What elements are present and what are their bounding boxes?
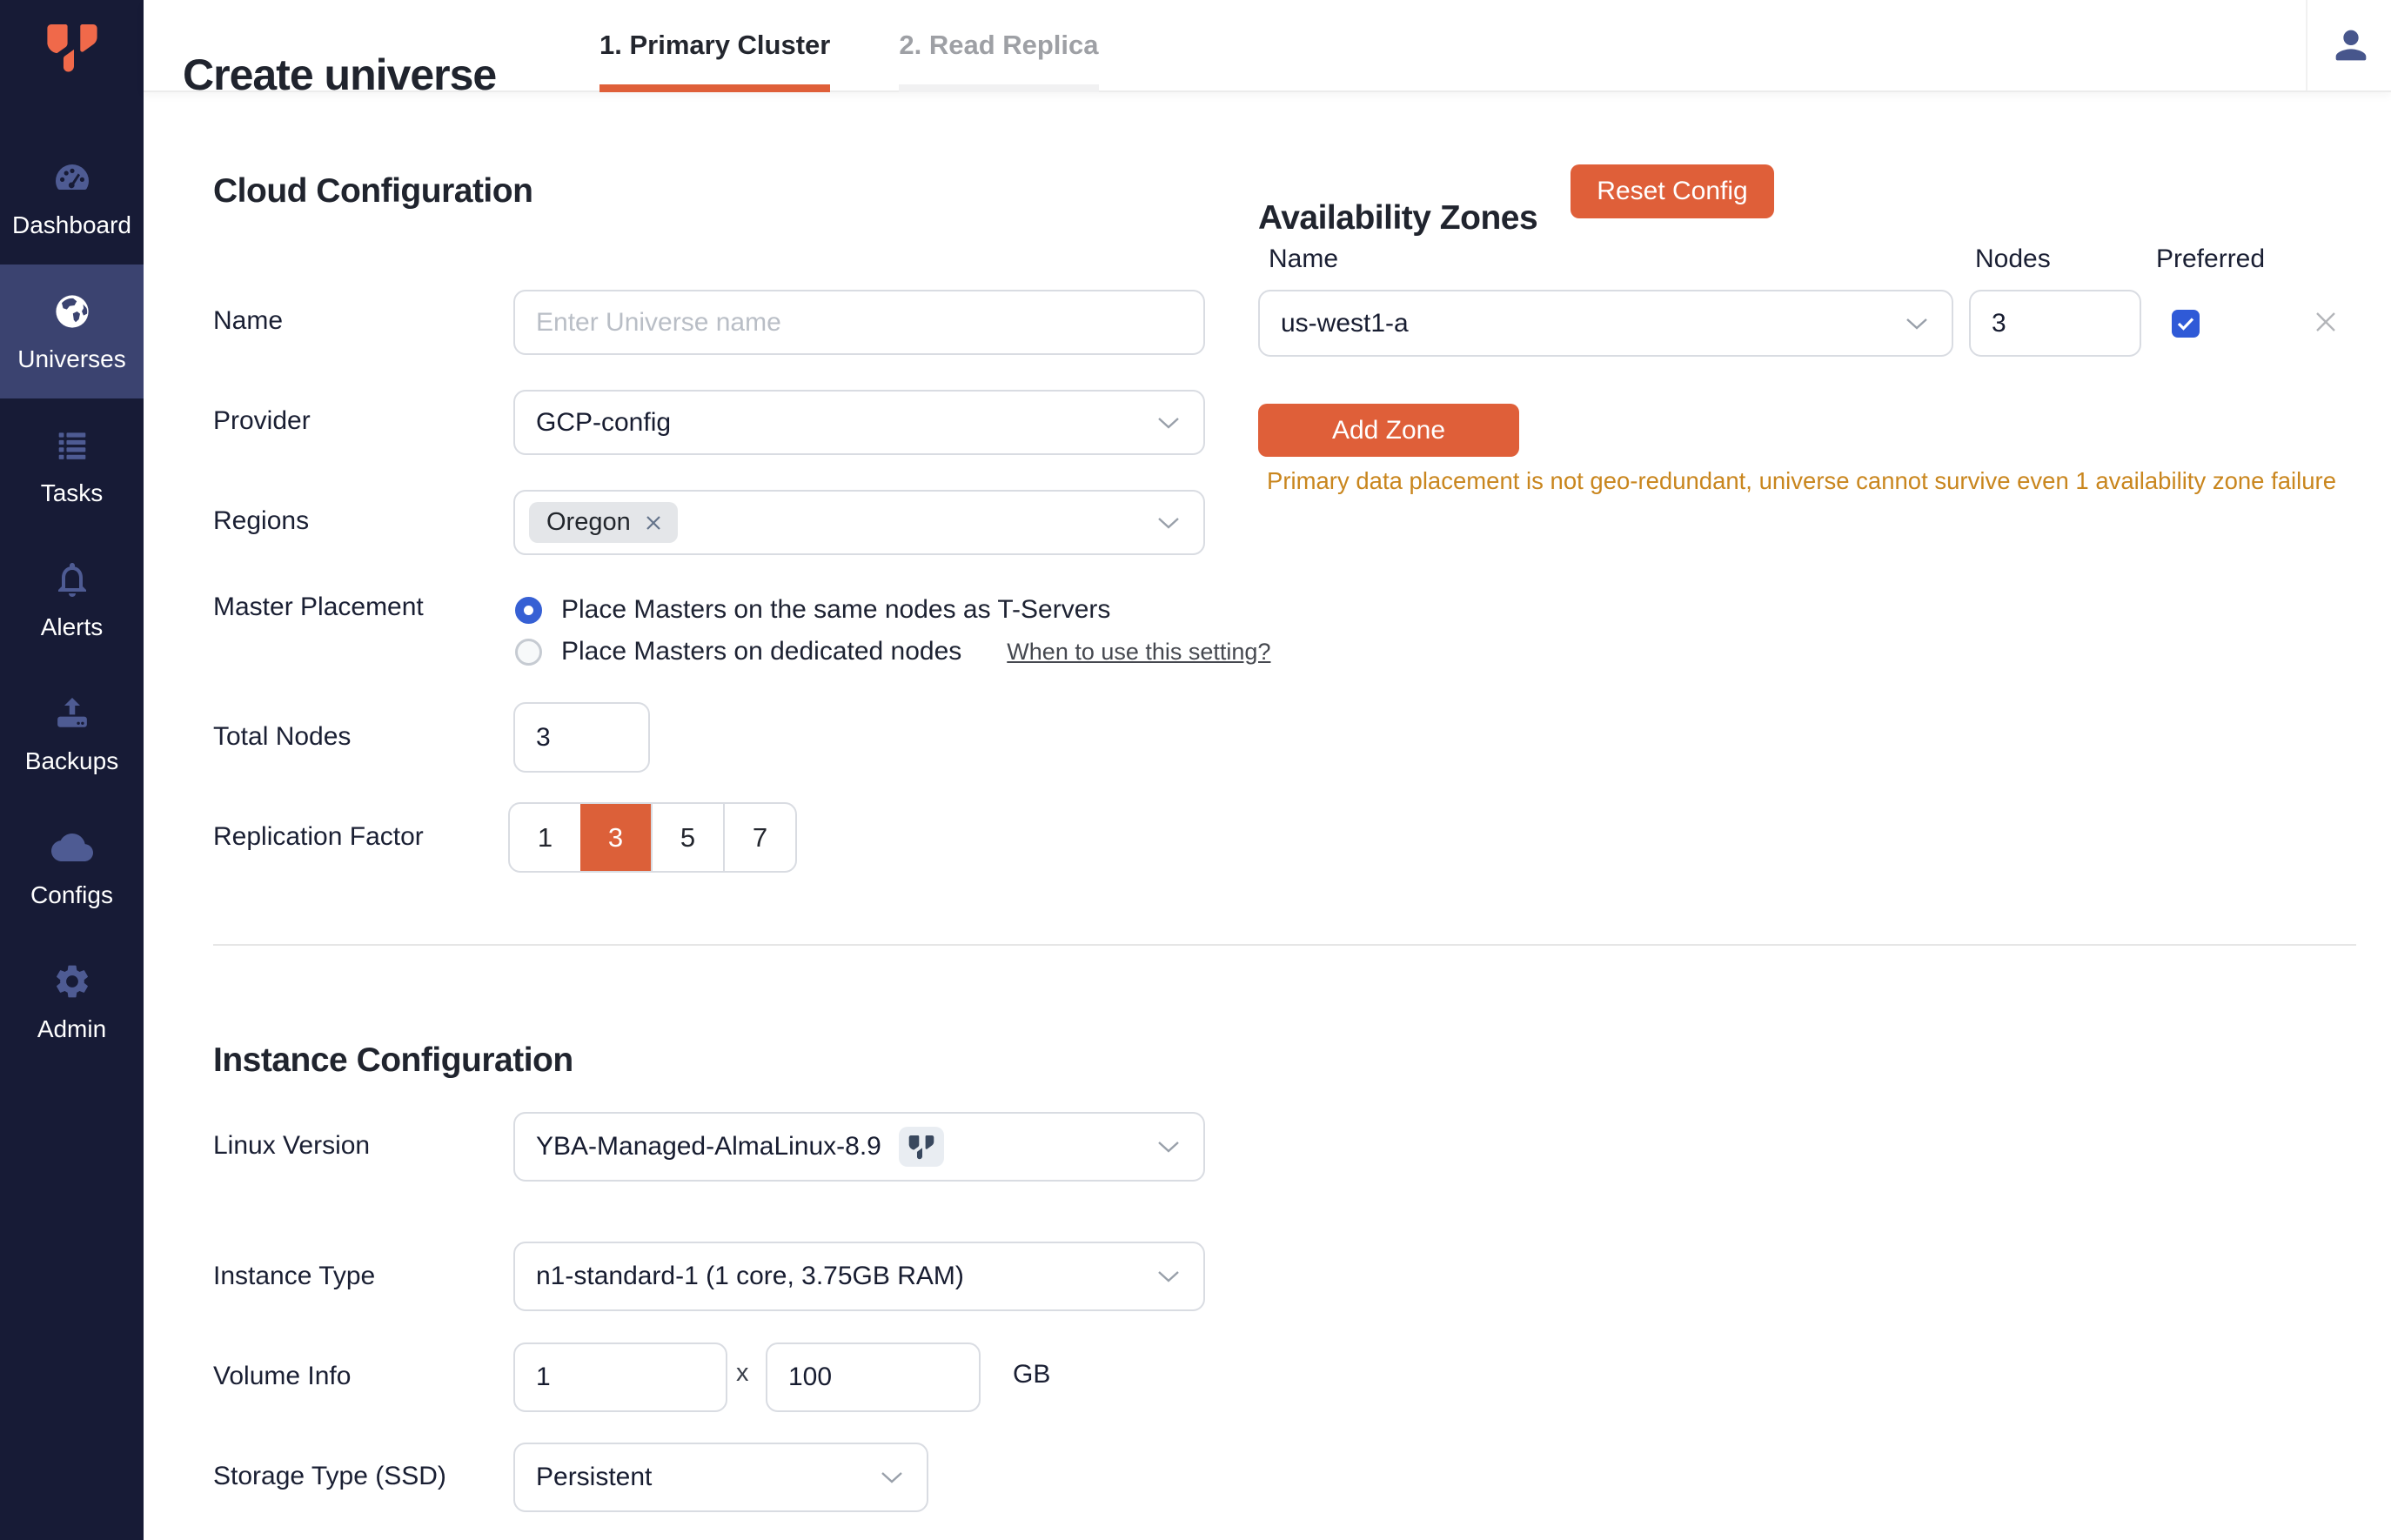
radio-option-label: Place Masters on the same nodes as T-Ser… (561, 595, 1111, 624)
sidebar-item-alerts[interactable]: Alerts (0, 532, 144, 666)
header-divider (2306, 0, 2307, 90)
radio-selected-icon[interactable] (515, 596, 542, 624)
replication-factor-option-7[interactable]: 7 (723, 804, 795, 871)
sidebar-item-configs[interactable]: Configs (0, 800, 144, 934)
linux-version-label: Linux Version (213, 1131, 371, 1160)
remove-zone-icon[interactable] (2310, 306, 2341, 338)
master-placement-option-dedicated[interactable]: Place Masters on dedicated nodes When to… (515, 637, 1270, 666)
sidebar-item-label: Universes (17, 345, 126, 372)
region-chip-label: Oregon (546, 508, 631, 536)
storage-type-select[interactable]: Persistent (513, 1443, 928, 1512)
instance-type-value: n1-standard-1 (1 core, 3.75GB RAM) (536, 1262, 964, 1290)
reset-config-button[interactable]: Reset Config (1571, 164, 1774, 218)
chevron-down-icon (1158, 517, 1179, 529)
geo-redundancy-warning: Primary data placement is not geo-redund… (1267, 467, 2337, 494)
top-header: Create universe 1. Primary Cluster 2. Re… (144, 0, 2391, 99)
linux-version-select[interactable]: YBA-Managed-AlmaLinux-8.9 (513, 1112, 1205, 1182)
storage-type-label: Storage Type (SSD) (213, 1462, 446, 1490)
replication-factor-option-5[interactable]: 5 (651, 804, 723, 871)
yba-managed-badge (898, 1127, 944, 1167)
add-zone-button[interactable]: Add Zone (1258, 404, 1519, 457)
provider-select[interactable]: GCP-config (513, 390, 1205, 455)
provider-label: Provider (213, 406, 311, 435)
create-universe-page: { "colors": { "accent_orange": "#DF5F39"… (0, 0, 2391, 1540)
preferred-checkbox[interactable] (2172, 310, 2200, 338)
yugabyte-y-icon (908, 1135, 934, 1159)
instance-type-select[interactable]: n1-standard-1 (1 core, 3.75GB RAM) (513, 1242, 1205, 1311)
sidebar-item-dashboard[interactable]: Dashboard (0, 131, 144, 264)
volume-multiply-symbol: x (736, 1359, 749, 1387)
when-to-use-link[interactable]: When to use this setting? (1007, 639, 1270, 666)
az-column-nodes: Nodes (1975, 244, 2051, 273)
check-icon (2177, 318, 2194, 331)
linux-version-value: YBA-Managed-AlmaLinux-8.9 (536, 1132, 881, 1161)
globe-icon (51, 291, 93, 332)
storage-type-value: Persistent (536, 1463, 653, 1491)
yugabyte-y-icon (46, 23, 97, 72)
sidebar-item-label: Backups (24, 747, 119, 774)
page-title: Create universe (183, 50, 497, 99)
volume-count-input[interactable] (513, 1342, 727, 1412)
instance-configuration-heading: Instance Configuration (213, 1041, 573, 1080)
chevron-down-icon (1158, 417, 1179, 429)
sidebar: Dashboard Universes Tasks Alerts Backups… (0, 0, 144, 1540)
master-placement-label: Master Placement (213, 593, 424, 621)
volume-info-label: Volume Info (213, 1362, 352, 1390)
section-divider (213, 944, 2356, 946)
regions-label: Regions (213, 506, 310, 535)
availability-zones-heading: Availability Zones (1258, 199, 1538, 238)
total-nodes-input[interactable] (513, 702, 650, 773)
remove-region-icon[interactable] (643, 512, 664, 533)
regions-multiselect[interactable]: Oregon (513, 490, 1205, 555)
instance-type-label: Instance Type (213, 1262, 376, 1290)
sidebar-item-universes[interactable]: Universes (0, 264, 144, 398)
zone-nodes-input[interactable] (1969, 290, 2141, 357)
chevron-down-icon (1906, 318, 1927, 330)
provider-value: GCP-config (536, 407, 672, 437)
radio-option-label: Place Masters on dedicated nodes (561, 637, 962, 666)
sidebar-item-label: Configs (30, 880, 113, 908)
sidebar-item-tasks[interactable]: Tasks (0, 398, 144, 532)
az-column-preferred: Preferred (2156, 244, 2266, 273)
sidebar-item-backups[interactable]: Backups (0, 666, 144, 800)
chevron-down-icon (1158, 1142, 1179, 1153)
sidebar-item-label: Dashboard (12, 211, 131, 238)
replication-factor-option-1[interactable]: 1 (510, 804, 580, 871)
region-chip: Oregon (529, 502, 678, 543)
sidebar-item-label: Tasks (40, 479, 104, 506)
tab-read-replica[interactable]: 2. Read Replica (899, 0, 1099, 92)
backup-upload-icon (51, 693, 93, 734)
gear-icon (51, 961, 93, 1002)
wizard-tabs: 1. Primary Cluster 2. Read Replica (599, 0, 1099, 92)
sidebar-item-admin[interactable]: Admin (0, 934, 144, 1068)
zone-name-value: us-west1-a (1281, 308, 1409, 338)
volume-unit-label: GB (1013, 1360, 1051, 1389)
yugabyte-logo[interactable] (0, 21, 144, 75)
replication-factor-group: 1 3 5 7 (508, 802, 797, 873)
volume-size-input[interactable] (766, 1342, 981, 1412)
gauge-icon (51, 157, 93, 198)
tab-primary-cluster[interactable]: 1. Primary Cluster (599, 0, 831, 92)
az-column-name: Name (1269, 244, 1339, 273)
user-profile-icon[interactable] (2328, 23, 2374, 68)
cloud-configuration-heading: Cloud Configuration (213, 172, 533, 211)
task-list-icon (51, 425, 93, 466)
universe-name-input[interactable] (513, 290, 1205, 355)
cloud-upload-icon (50, 827, 93, 868)
zone-name-select[interactable]: us-west1-a (1258, 290, 1953, 357)
chevron-down-icon (1158, 1271, 1179, 1282)
sidebar-item-label: Alerts (40, 613, 104, 640)
radio-unselected-icon[interactable] (515, 638, 542, 666)
master-placement-option-shared[interactable]: Place Masters on the same nodes as T-Ser… (515, 595, 1110, 625)
chevron-down-icon (881, 1472, 902, 1483)
replication-factor-option-3[interactable]: 3 (580, 804, 651, 871)
replication-factor-label: Replication Factor (213, 822, 424, 851)
sidebar-item-label: Admin (37, 1014, 107, 1042)
bell-icon (51, 559, 93, 600)
total-nodes-label: Total Nodes (213, 722, 352, 751)
name-label: Name (213, 306, 284, 335)
